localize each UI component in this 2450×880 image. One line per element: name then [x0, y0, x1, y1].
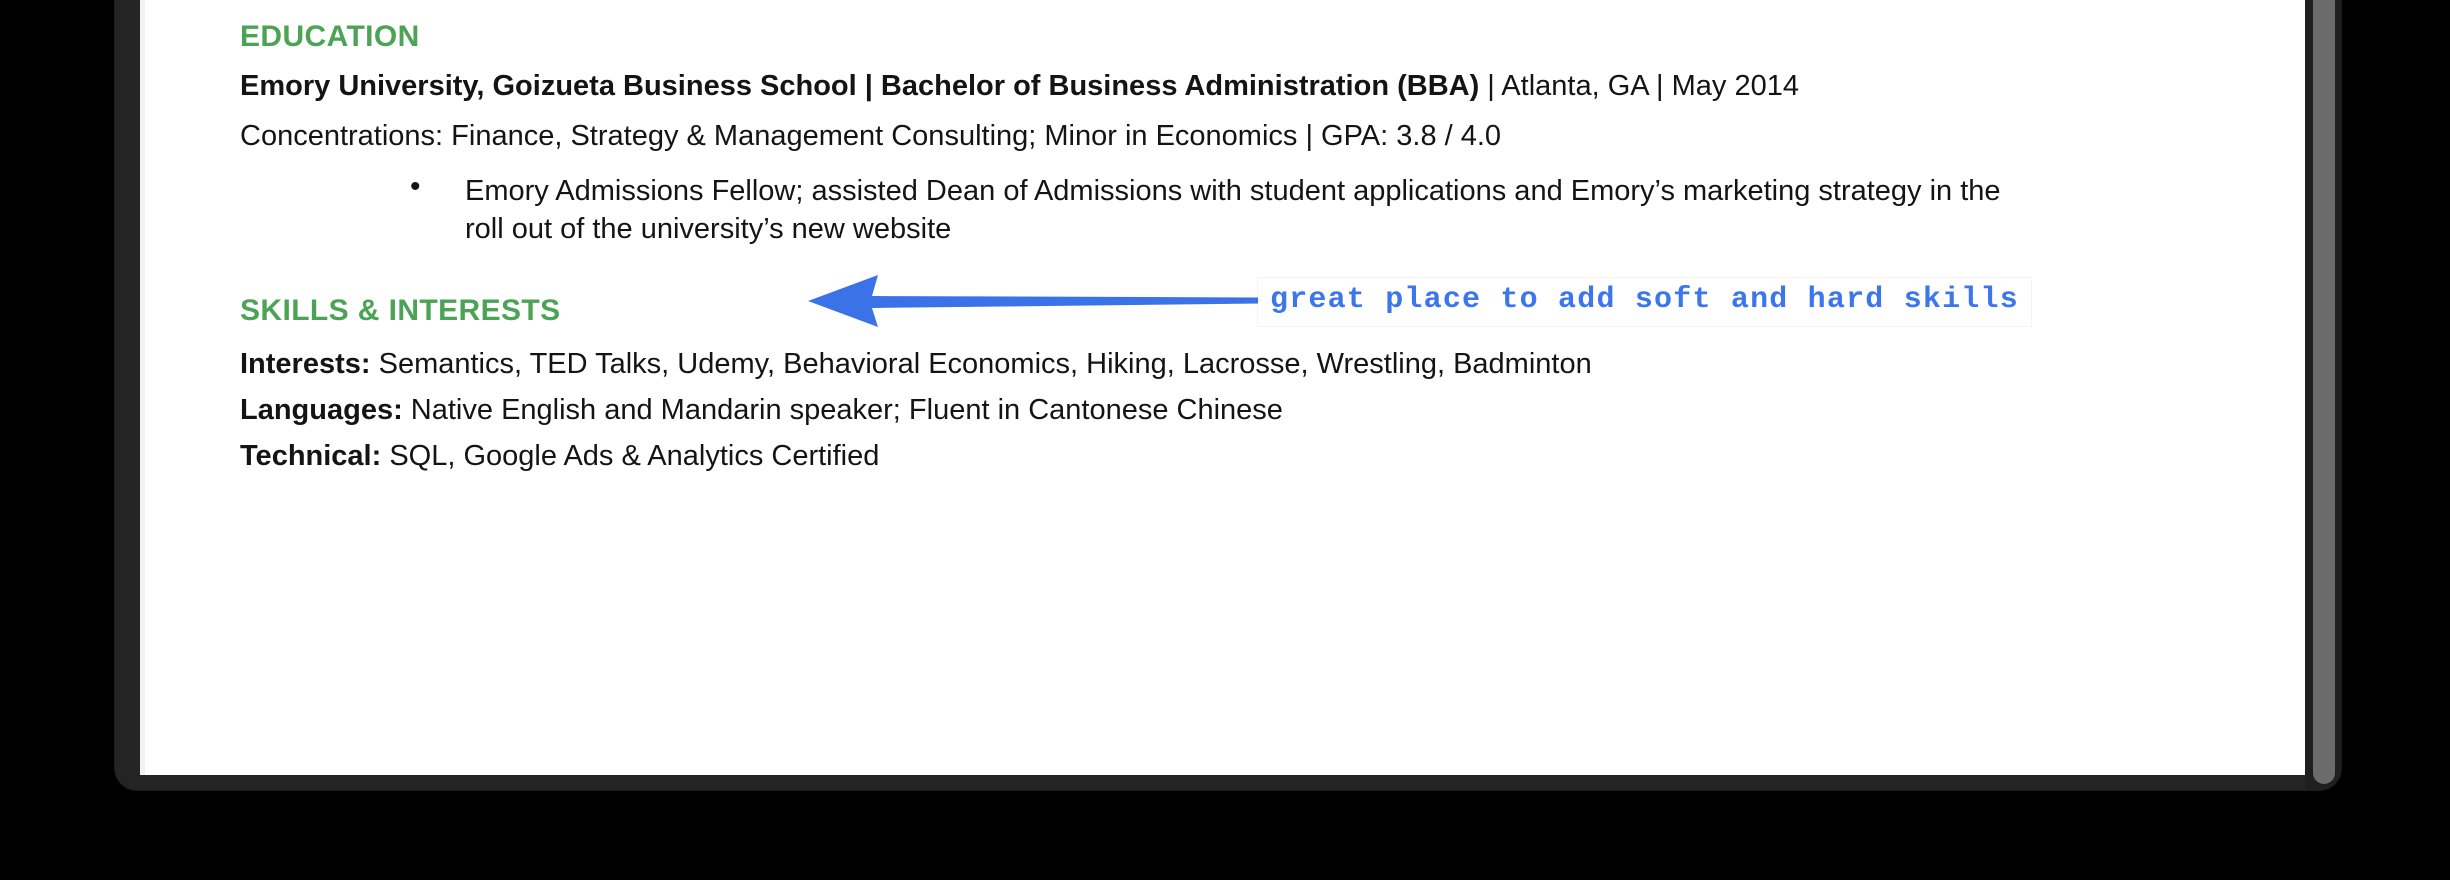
skills-row-technical-value: SQL, Google Ads & Analytics Certified [381, 440, 880, 472]
education-school-meta: | Atlanta, GA | May 2014 [1479, 70, 1800, 102]
skills-row-interests: Interests: Semantics, TED Talks, Udemy, … [240, 350, 1592, 379]
skills-row-technical: Technical: SQL, Google Ads & Analytics C… [240, 442, 879, 471]
education-concentrations-line: Concentrations: Finance, Strategy & Mana… [240, 120, 1502, 152]
screenshot-stage: EDUCATION Emory University, Goizueta Bus… [0, 0, 2450, 880]
annotation-arrow-left-icon [808, 275, 1260, 327]
skills-row-languages: Languages: Native English and Mandarin s… [240, 396, 1283, 425]
skills-row-languages-value: Native English and Mandarin speaker; Flu… [402, 394, 1283, 426]
skills-row-interests-label: Interests: [240, 348, 371, 380]
page-left-gutter [140, 0, 145, 775]
vertical-scrollbar-thumb[interactable] [2313, 0, 2335, 784]
annotation-callout-text: great place to add soft and hard skills [1258, 278, 2031, 326]
skills-row-interests-value: Semantics, TED Talks, Udemy, Behavioral … [370, 348, 1592, 380]
section-heading-education: EDUCATION [240, 20, 420, 53]
education-bullet-text: Emory Admissions Fellow; assisted Dean o… [465, 175, 2001, 245]
section-heading-skills-interests: SKILLS & INTERESTS [240, 294, 561, 327]
resume-document: EDUCATION Emory University, Goizueta Bus… [140, 0, 2305, 775]
education-school-line: Emory University, Goizueta Business Scho… [240, 72, 1799, 101]
skills-row-languages-label: Languages: [240, 394, 403, 426]
skills-row-technical-label: Technical: [240, 440, 382, 472]
education-school-bold: Emory University, Goizueta Business Scho… [240, 70, 1480, 102]
bullet-dot-icon: • [410, 170, 421, 203]
